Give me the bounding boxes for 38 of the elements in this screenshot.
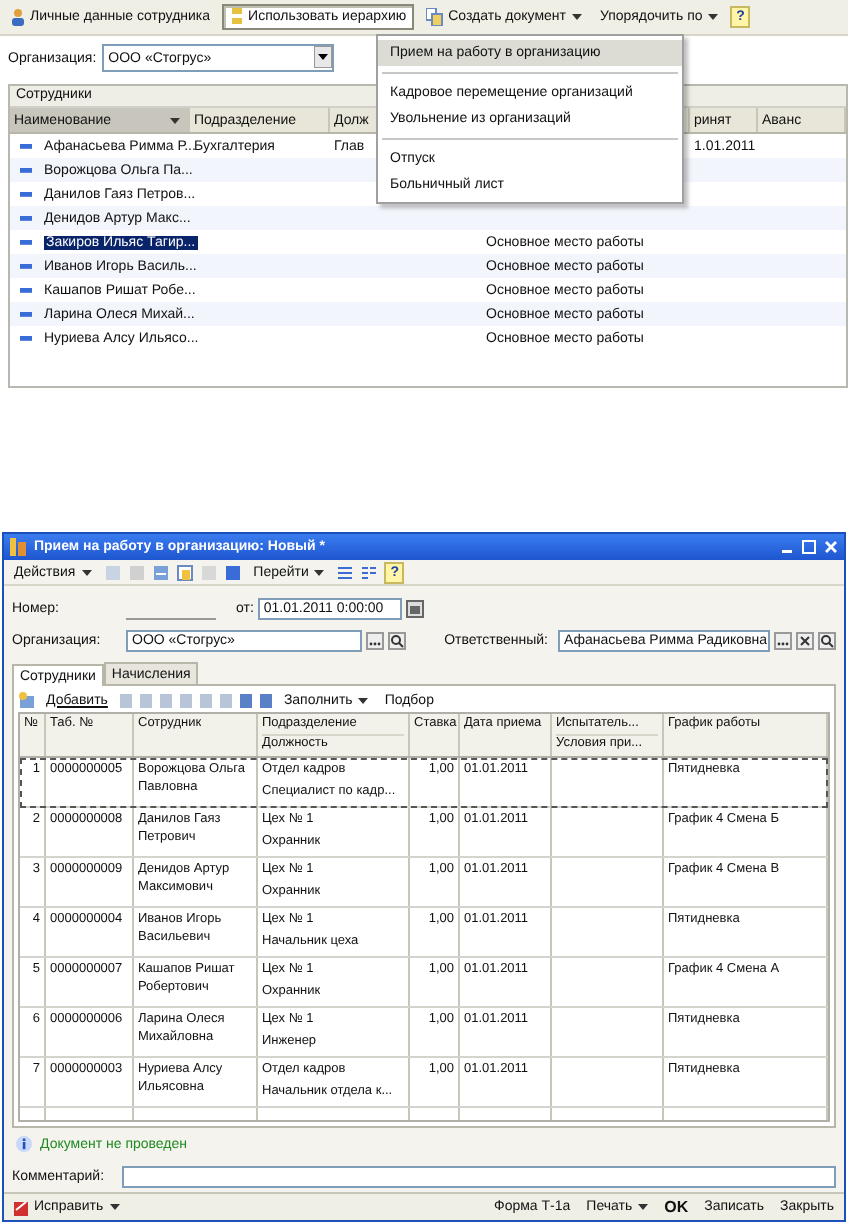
ellipsis-icon[interactable] (366, 631, 384, 650)
info-icon (16, 1136, 32, 1153)
clear-icon[interactable] (796, 631, 814, 650)
search-icon[interactable] (388, 631, 406, 650)
hierarchy-icon (230, 8, 245, 26)
caret-icon (571, 14, 582, 20)
comment-field[interactable] (122, 1165, 836, 1188)
caret-icon (109, 1204, 120, 1211)
item-icon (20, 335, 32, 341)
item-icon (20, 215, 32, 221)
ellipsis-icon[interactable] (774, 631, 792, 650)
item-icon (20, 239, 32, 245)
document-icon (10, 537, 28, 556)
caret-icon (708, 14, 719, 20)
item-icon (20, 143, 32, 149)
item-icon (20, 311, 32, 317)
settings-list-icon[interactable] (360, 563, 379, 581)
sort-icon (170, 117, 180, 123)
caret-icon (358, 697, 369, 704)
caret-icon (638, 1204, 649, 1211)
list-icon[interactable] (336, 563, 355, 581)
close-icon[interactable] (824, 539, 838, 554)
item-icon (20, 191, 32, 197)
maximize-icon[interactable] (802, 539, 816, 554)
caret-icon (314, 569, 325, 575)
item-icon (20, 287, 32, 293)
calendar-icon[interactable] (405, 599, 424, 618)
person-icon (10, 8, 26, 26)
item-icon (20, 263, 32, 269)
search-icon[interactable] (818, 631, 836, 650)
ok-button[interactable]: OK (658, 1196, 695, 1219)
toolbar-icon[interactable] (151, 563, 170, 581)
caret-icon (81, 569, 92, 575)
add-icon[interactable] (18, 691, 36, 710)
document-icon (426, 8, 445, 26)
item-icon (20, 167, 32, 173)
dropdown-icon (314, 46, 333, 68)
edit-icon (14, 1199, 30, 1216)
